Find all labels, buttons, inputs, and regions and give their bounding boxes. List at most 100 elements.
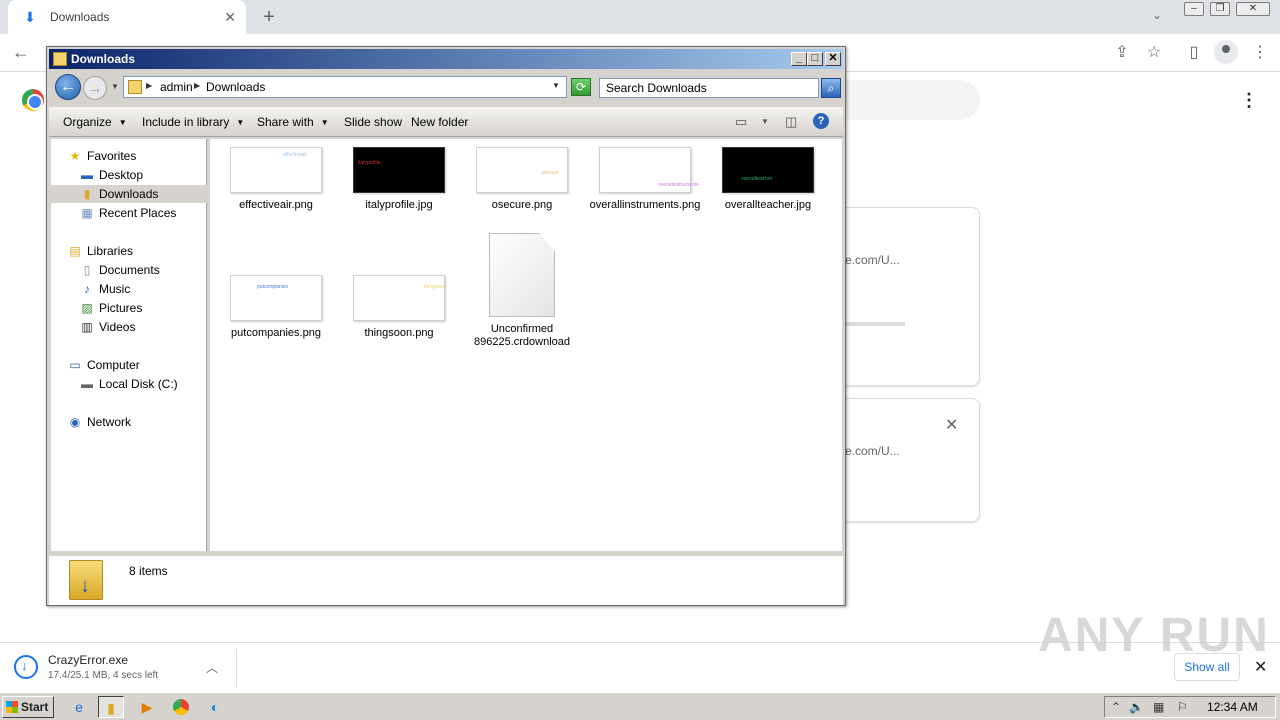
media-player-icon[interactable]: ▶ <box>134 696 160 718</box>
nav-item-documents[interactable]: ▯ Documents <box>79 261 160 279</box>
download-url[interactable]: e.com/U... <box>845 444 900 458</box>
address-history-chevron-icon[interactable]: ▼ <box>552 81 560 90</box>
view-options-icon[interactable]: ▭ <box>735 114 747 130</box>
network-status-icon[interactable]: ▦ <box>1153 700 1164 714</box>
system-tray: ⌃ 🔈 ▦ ⚐ 12:34 AM <box>1104 696 1276 718</box>
explorer-maximize-button[interactable]: □ <box>807 52 823 66</box>
download-url[interactable]: e.com/U... <box>845 253 900 267</box>
taskbar: Start e ▮ ▶ ◐ ⌃ 🔈 ▦ ⚐ 12:34 AM <box>0 692 1280 720</box>
action-center-flag-icon[interactable]: ⚐ <box>1177 700 1188 714</box>
refresh-button[interactable]: ⟳ <box>571 78 591 96</box>
file-list: effectiveair effectiveair.png italyprofi… <box>210 139 842 551</box>
nav-item-downloads[interactable]: ▮ Downloads <box>51 185 207 203</box>
address-bar[interactable]: ▶ admin ▶ Downloads ▼ <box>123 76 567 98</box>
start-button[interactable]: Start <box>2 696 54 718</box>
tab-downloads[interactable]: ⬇ Downloads ✕ <box>8 0 246 34</box>
tab-search-chevron-icon[interactable]: ⌄ <box>1152 8 1162 22</box>
file-name: overallteacher.jpg <box>724 199 812 211</box>
videos-icon: ▥ <box>81 320 93 334</box>
volume-icon[interactable]: 🔈 <box>1129 700 1144 714</box>
edge-icon[interactable]: ◐ <box>202 696 228 718</box>
help-icon[interactable]: ? <box>813 113 829 129</box>
file-item[interactable]: overallteacher overallteacher.jpg <box>708 147 828 212</box>
file-item[interactable]: effectiveair effectiveair.png <box>216 147 336 212</box>
nav-item-music[interactable]: ♪ Music <box>79 280 130 298</box>
file-item[interactable]: italyprofile italyprofile.jpg <box>339 147 459 212</box>
chevron-up-icon[interactable]: ︿ <box>206 659 218 676</box>
hard-drive-icon: ▬ <box>81 377 93 391</box>
chevron-right-icon[interactable]: ▶ <box>146 81 152 90</box>
minimize-button[interactable]: – <box>1184 2 1204 16</box>
clock[interactable]: 12:34 AM <box>1207 700 1258 714</box>
new-folder-button[interactable]: New folder <box>411 115 468 129</box>
file-item[interactable]: osecure osecure.png <box>462 147 582 212</box>
nav-item-local-disk[interactable]: ▬ Local Disk (C:) <box>79 375 178 393</box>
nav-item-videos[interactable]: ▥ Videos <box>79 318 135 336</box>
nav-libraries[interactable]: ▤ Libraries <box>67 242 133 260</box>
desktop-icon: ▬ <box>81 168 93 182</box>
back-arrow-icon[interactable]: ← <box>12 42 30 63</box>
nav-item-recent-places[interactable]: ▦ Recent Places <box>79 204 176 222</box>
recent-pages-chevron-icon[interactable]: ▼ <box>111 82 119 91</box>
new-tab-button[interactable]: + <box>258 6 280 28</box>
slide-show-button[interactable]: Slide show <box>344 115 402 129</box>
watermark: ANY RUN <box>1038 609 1270 662</box>
tab-close-icon[interactable]: ✕ <box>224 9 236 26</box>
include-in-library-menu[interactable]: Include in library ▼ <box>142 115 244 129</box>
file-item[interactable]: putcompanies putcompanies.png <box>216 275 336 340</box>
view-chevron-icon[interactable]: ▼ <box>761 117 769 126</box>
page-menu-icon[interactable]: ⋮ <box>1240 90 1258 111</box>
nav-item-desktop[interactable]: ▬ Desktop <box>79 166 143 184</box>
divider <box>236 649 237 687</box>
file-name: osecure.png <box>491 199 553 211</box>
search-input[interactable]: Search Downloads <box>599 78 819 98</box>
file-name: putcompanies.png <box>231 327 321 339</box>
chrome-menu-icon[interactable]: ⋮ <box>1252 42 1268 62</box>
show-hidden-icons-icon[interactable]: ⌃ <box>1111 700 1121 714</box>
side-panel-icon[interactable]: ▯ <box>1184 42 1204 62</box>
command-bar: Organize ▼ Include in library ▼ Share with… <box>49 107 843 137</box>
profile-avatar-icon[interactable] <box>1214 40 1238 64</box>
explorer-titlebar[interactable]: Downloads _ □ ✕ <box>49 49 843 69</box>
file-item[interactable]: Unconfirmed 896225.crdownload <box>462 233 582 349</box>
file-item[interactable]: overallinstruments overallinstruments.pn… <box>585 147 705 212</box>
bookmark-star-icon[interactable]: ☆ <box>1144 42 1164 62</box>
back-button[interactable]: ← <box>55 74 81 100</box>
internet-explorer-icon[interactable]: e <box>66 696 92 718</box>
explorer-close-button[interactable]: ✕ <box>825 52 841 66</box>
chrome-icon[interactable] <box>168 696 194 718</box>
downloads-folder-icon: ▮ <box>83 187 91 201</box>
tab-title: Downloads <box>50 10 110 24</box>
nav-item-pictures[interactable]: ▨ Pictures <box>79 299 142 317</box>
details-pane: 8 items <box>49 553 843 605</box>
explorer-navbar: ← → ▼ ▶ admin ▶ Downloads ▼ ⟳ Search Dow… <box>49 71 843 105</box>
folder-icon <box>53 52 67 66</box>
remove-download-icon[interactable]: ✕ <box>945 415 958 435</box>
navigation-pane: ★ Favorites ▬ Desktop ▮ Downloads ▦ Rece… <box>51 139 207 551</box>
share-with-menu[interactable]: Share with ▼ <box>257 115 329 129</box>
breadcrumb-admin[interactable]: admin <box>160 80 193 94</box>
nav-network[interactable]: ◉ Network <box>67 413 131 431</box>
shelf-download-item[interactable]: CrazyError.exe 17.4/25.1 MB, 4 secs left… <box>12 651 234 685</box>
nav-favorites[interactable]: ★ Favorites <box>67 147 137 165</box>
close-window-button[interactable]: ✕ <box>1236 2 1270 16</box>
chevron-right-icon[interactable]: ▶ <box>194 81 200 90</box>
explorer-minimize-button[interactable]: _ <box>791 52 807 66</box>
image-thumbnail: effectiveair <box>230 147 322 193</box>
folder-icon[interactable]: ▮ <box>98 696 124 718</box>
network-icon: ◉ <box>69 415 81 429</box>
image-thumbnail: italyprofile <box>353 147 445 193</box>
explorer-title: Downloads <box>71 52 136 66</box>
nav-computer[interactable]: ▭ Computer <box>67 356 139 374</box>
search-icon[interactable]: ⌕ <box>821 78 841 98</box>
organize-menu[interactable]: Organize ▼ <box>63 115 127 129</box>
breadcrumb-downloads[interactable]: Downloads <box>206 80 265 94</box>
preview-pane-icon[interactable]: ◫ <box>785 114 797 130</box>
download-progress-bar <box>845 322 905 326</box>
share-icon[interactable]: ⇪ <box>1112 42 1132 62</box>
documents-icon: ▯ <box>83 263 91 277</box>
file-item[interactable]: thingsoon thingsoon.png <box>339 275 459 340</box>
shelf-file-status: 17.4/25.1 MB, 4 secs left <box>48 670 159 681</box>
forward-button[interactable]: → <box>83 76 107 100</box>
restore-button[interactable]: ❐ <box>1210 2 1230 16</box>
